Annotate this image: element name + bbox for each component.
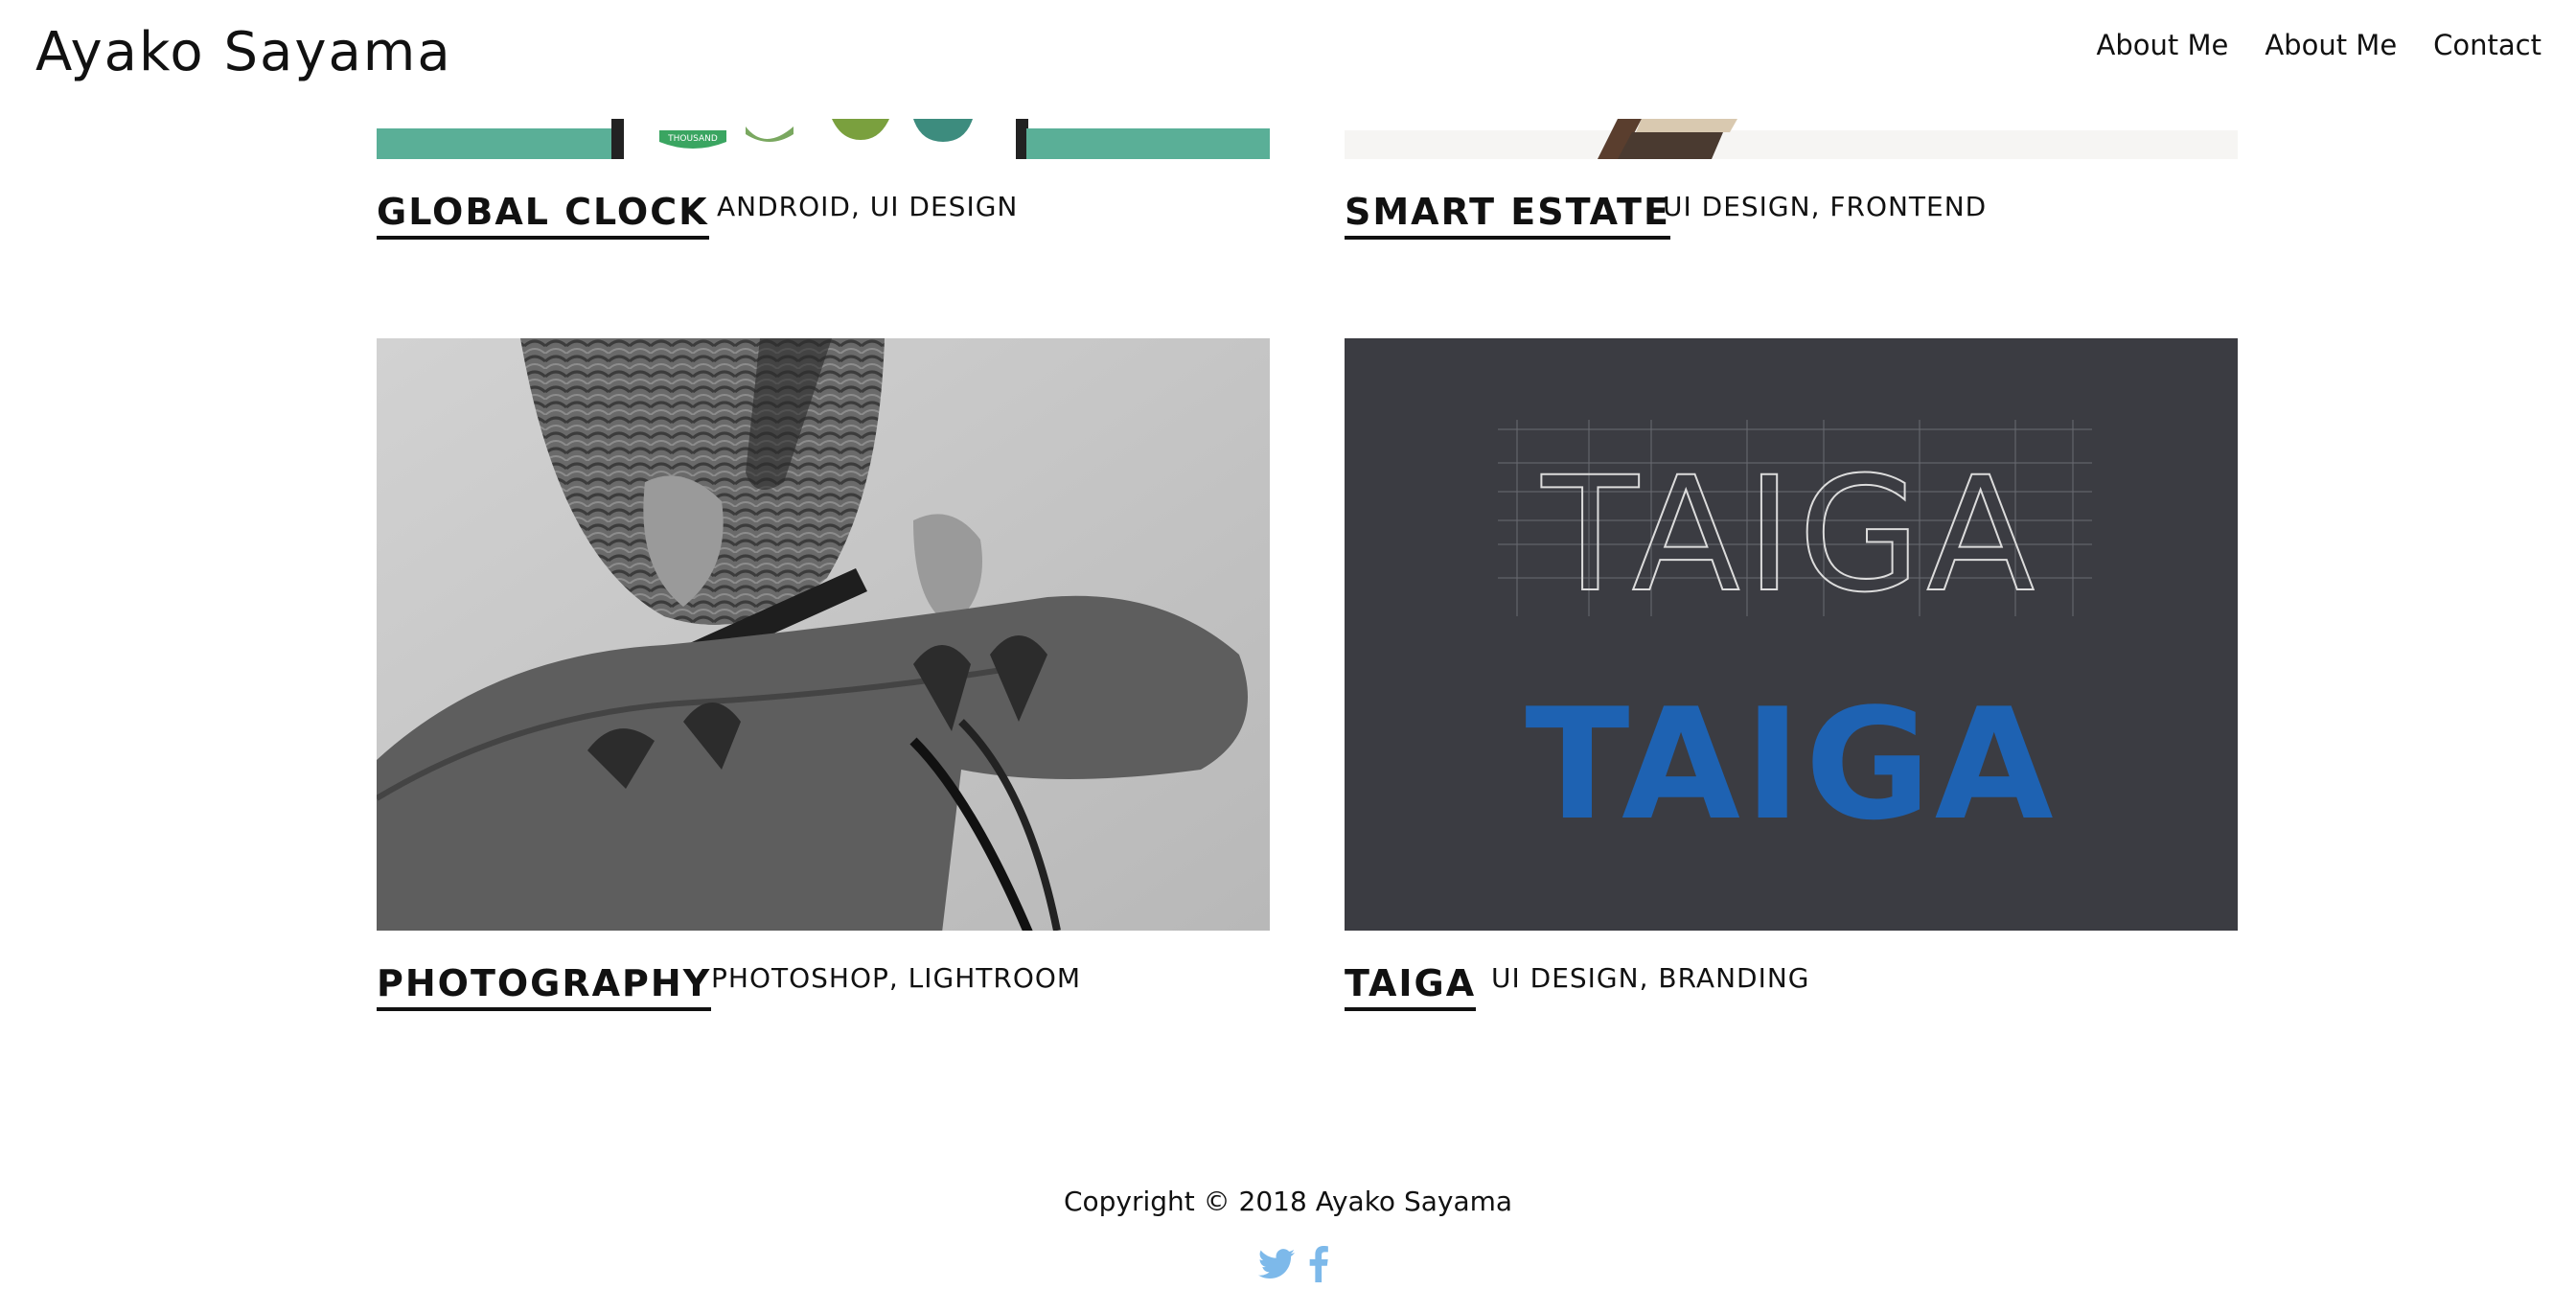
taiga-artwork: TAIGA TAIGA: [1498, 420, 2092, 854]
project-title-global-clock[interactable]: GLOBAL CLOCK: [377, 191, 709, 240]
footer-copyright: Copyright © 2018 Ayako Sayama: [1063, 1186, 1513, 1217]
main-nav: About Me About Me Contact: [2097, 29, 2542, 61]
site-header: Ayako Sayama About Me About Me Contact: [0, 0, 2576, 119]
project-title-smart-estate[interactable]: SMART ESTATE: [1345, 191, 1670, 240]
badge-label: THOUSAND: [667, 134, 718, 144]
nav-about-me[interactable]: About Me: [2097, 29, 2229, 61]
project-title-photography[interactable]: PHOTOGRAPHY: [377, 962, 712, 1011]
taiga-outline-logo: TAIGA: [1541, 443, 2040, 627]
badge-shape-2: [746, 127, 794, 142]
project-tags-smart-estate: UI DESIGN, FRONTEND: [1663, 191, 1988, 222]
dark-strip-left: [611, 119, 624, 159]
nav-about-me-2[interactable]: About Me: [2265, 29, 2397, 61]
project-tags-global-clock: ANDROID, UI DESIGN: [717, 191, 1019, 222]
teal-circle: [913, 119, 973, 142]
smart-estate-artwork: [1345, 119, 2238, 159]
taiga-solid-logo: TAIGA: [1525, 675, 2057, 854]
project-tags-photography: PHOTOSHOP, LIGHTROOM: [711, 962, 1082, 994]
smart-estate-thumbnail[interactable]: [1345, 119, 2238, 159]
project-tags-taiga: UI DESIGN, BRANDING: [1491, 962, 1810, 994]
portfolio-page: THOUSAND GLOBAL CLOCK ANDROID, UI DESIGN…: [0, 0, 2576, 1290]
project-title-taiga[interactable]: TAIGA: [1345, 962, 1477, 1011]
global-clock-artwork: THOUSAND: [377, 119, 1270, 159]
taiga-thumbnail[interactable]: TAIGA TAIGA: [1345, 338, 2238, 931]
twitter-icon[interactable]: [1258, 1249, 1295, 1284]
phone-body: [1618, 132, 1723, 159]
nav-contact[interactable]: Contact: [2433, 29, 2542, 61]
green-circle: [832, 119, 889, 140]
site-brand[interactable]: Ayako Sayama: [35, 21, 452, 83]
social-links: [1258, 1246, 1329, 1287]
hand-shape: [1636, 119, 1737, 132]
owl-photo: [377, 338, 1270, 931]
photography-thumbnail[interactable]: [377, 338, 1270, 931]
global-clock-thumbnail[interactable]: THOUSAND: [377, 119, 1270, 159]
teal-band-left: [377, 128, 616, 159]
facebook-icon[interactable]: [1308, 1246, 1329, 1287]
teal-band-right: [1026, 128, 1270, 159]
